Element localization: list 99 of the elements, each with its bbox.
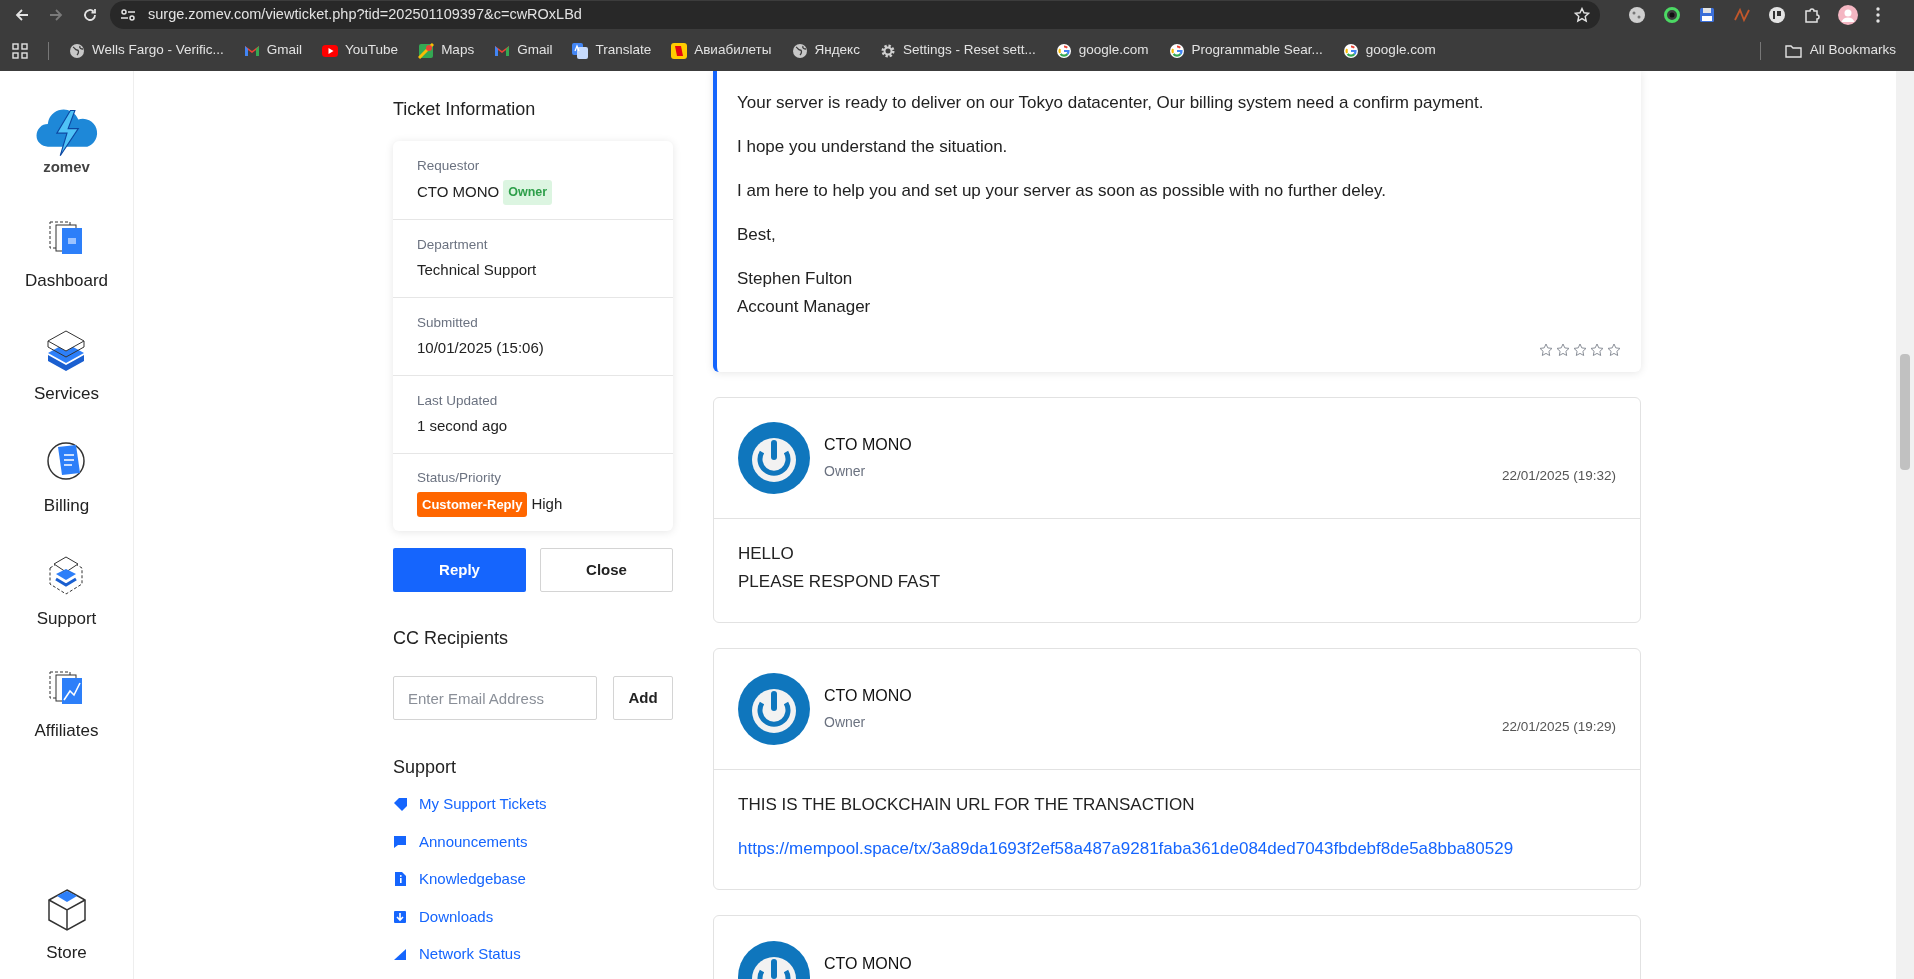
speech-bubble-icon xyxy=(393,834,407,849)
close-button[interactable]: Close xyxy=(540,548,673,592)
help-menu-link[interactable]: My Support Tickets xyxy=(393,793,547,816)
forward-arrow-icon[interactable] xyxy=(48,7,64,23)
author-role: Owner xyxy=(824,712,867,732)
sidebar-nav-link[interactable]: Services xyxy=(33,326,100,406)
email-input-field[interactable]: Enter Email Address xyxy=(393,676,597,720)
author-name: CTO MONO xyxy=(824,434,913,455)
all-bookmarks[interactable]: All Bookmarks xyxy=(1784,40,1896,61)
reload-icon[interactable] xyxy=(82,7,98,23)
field-label: Department xyxy=(417,236,489,255)
apps-grid-icon[interactable] xyxy=(12,42,28,59)
author-role: Owner xyxy=(824,461,867,481)
bookmark[interactable]: Gmail xyxy=(243,40,303,61)
colored-ring-icon xyxy=(1055,42,1072,59)
star-icon[interactable] xyxy=(1607,343,1621,357)
message-text: Account Manager xyxy=(737,296,872,318)
puzzle-icon[interactable] xyxy=(1803,6,1821,24)
section-heading: Support xyxy=(393,756,458,779)
folder-icon xyxy=(1784,43,1802,58)
bookmark[interactable]: Gmail xyxy=(494,40,553,61)
section-heading: Ticket Information xyxy=(393,98,537,121)
menu-icon[interactable] xyxy=(1875,6,1881,24)
field-value: 1 second ago xyxy=(417,416,508,437)
bookmark[interactable]: google.com xyxy=(1342,40,1436,61)
translate-icon xyxy=(572,42,589,59)
message-text: I am here to help you and set up your server as soon as possible with no further deley. xyxy=(737,180,1387,202)
message-date: 22/01/2025 (19:32) xyxy=(1501,466,1616,485)
add-button[interactable]: Add xyxy=(613,676,673,720)
message-text: HELLO xyxy=(738,543,795,565)
bookmark[interactable]: YouTube xyxy=(322,40,399,61)
site-settings-icon xyxy=(120,8,136,22)
star-icon[interactable] xyxy=(1590,343,1604,357)
avatar-icon xyxy=(738,673,810,745)
help-menu-link[interactable]: Network Status xyxy=(393,943,521,966)
priority-value: High xyxy=(531,494,563,515)
url-text: surge.zomev.com/viewticket.php?tid=202501109397&c=cwROxLBd xyxy=(148,5,583,25)
message-date: 22/01/2025 (19:29) xyxy=(1501,717,1616,736)
field-value: CTO MONO xyxy=(417,181,500,202)
bookmark[interactable]: google.com xyxy=(1055,40,1149,61)
bookmark[interactable]: Яндекс xyxy=(791,40,860,61)
document-icon xyxy=(393,872,407,887)
download-icon xyxy=(393,909,407,924)
sidebar-nav-link[interactable]: Dashboard xyxy=(24,214,109,294)
help-menu-link[interactable]: Downloads xyxy=(393,905,494,928)
author-name: CTO MONO xyxy=(824,685,913,706)
help-menu-link[interactable]: Knowledgebase xyxy=(393,868,526,891)
field-value: 10/01/2025 (15:06) xyxy=(417,338,544,359)
logo-text: zomev xyxy=(43,159,90,174)
message-text: Best, xyxy=(737,224,777,246)
sidebar-nav-link[interactable]: Store xyxy=(44,885,89,965)
sidebar-nav-link[interactable]: Support xyxy=(36,551,97,631)
bookmark[interactable]: Translate xyxy=(572,40,652,61)
message-text: Stephen Fulton xyxy=(737,268,854,290)
author-name: CTO MONO xyxy=(824,954,913,974)
reply-button[interactable]: Reply xyxy=(393,548,526,592)
avatar-icon xyxy=(738,422,810,494)
star-rating[interactable] xyxy=(1539,343,1621,357)
back-arrow-icon[interactable] xyxy=(14,7,30,23)
bookmark-star-icon[interactable] xyxy=(1574,7,1590,23)
status-badge: Customer-Reply xyxy=(417,491,528,518)
bookmark[interactable]: Maps xyxy=(418,40,475,61)
field-label: Status/Priority xyxy=(417,468,503,487)
ring-icon[interactable] xyxy=(1663,6,1681,24)
colored-ring-icon xyxy=(1168,42,1185,59)
address-bar[interactable]: surge.zomev.com/viewticket.php?tid=202501109397&c=cwROxLBd xyxy=(110,1,1600,29)
zigzag-icon[interactable] xyxy=(1733,6,1751,24)
globe-icon xyxy=(791,42,808,59)
section-heading: CC Recipients xyxy=(393,627,510,650)
bookmark[interactable]: Авиабилеты xyxy=(671,40,772,61)
bookmark[interactable]: Wells Fargo - Verific... xyxy=(69,40,224,61)
signal-icon xyxy=(393,947,407,962)
field-label: Submitted xyxy=(417,314,479,333)
bookmark[interactable]: Settings - Reset sett... xyxy=(879,40,1036,61)
cookie-icon[interactable] xyxy=(1628,6,1646,24)
bookmark[interactable]: Programmable Sear... xyxy=(1168,40,1323,61)
star-icon[interactable] xyxy=(1573,343,1587,357)
message-text: THIS IS THE BLOCKCHAIN URL FOR THE TRANSACTION xyxy=(738,794,1196,816)
sidebar-nav-link[interactable]: Billing xyxy=(43,439,90,519)
scrollbar-thumb[interactable] xyxy=(1900,354,1910,470)
field-value: Technical Support xyxy=(417,260,537,281)
transaction-link[interactable]: https://mempool.space/tx/3a89da1693f2ef58a487a9281faba361de084ded7043fbdebf8de5a8bba80529 xyxy=(738,835,1616,863)
field-label: Requestor xyxy=(417,156,481,175)
message-text: I hope you understand the situation. xyxy=(737,136,1009,158)
field-label: Last Updated xyxy=(417,392,499,411)
role-badge: Owner xyxy=(503,179,553,205)
play-icon xyxy=(322,42,339,59)
help-menu-link[interactable]: Announcements xyxy=(393,830,528,853)
message-text: PLEASE RESPOND FAST xyxy=(738,571,942,593)
app-icon xyxy=(671,42,688,59)
star-icon[interactable] xyxy=(1539,343,1553,357)
colored-ring-icon xyxy=(1342,42,1359,59)
sidebar-nav-link[interactable]: Affiliates xyxy=(34,664,99,744)
profile-avatar-icon[interactable] xyxy=(1838,5,1858,25)
tag-icon xyxy=(393,797,407,812)
message-text: Your server is ready to deliver on our Tokyo datacenter, Our billing system need a confirm payment. xyxy=(737,92,1485,114)
globe-icon xyxy=(69,42,85,59)
gear-icon xyxy=(879,42,896,59)
star-icon[interactable] xyxy=(1556,343,1570,357)
